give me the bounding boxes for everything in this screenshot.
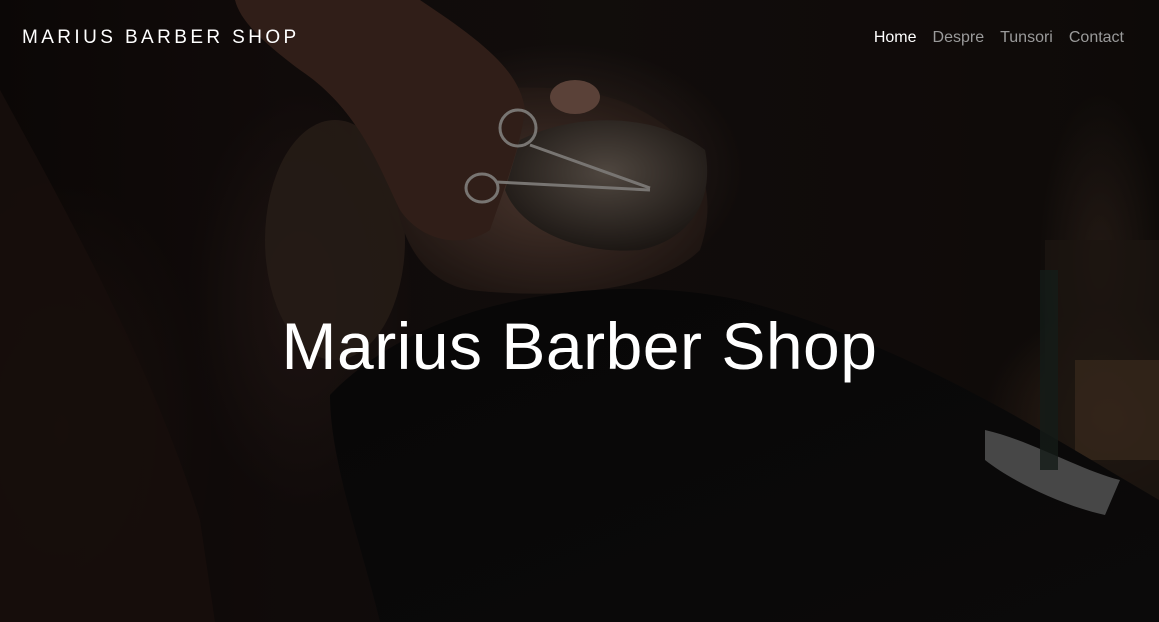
nav-item-despre: Despre xyxy=(933,29,985,47)
nav-item-home: Home xyxy=(874,29,917,47)
hero-title: Marius Barber Shop xyxy=(281,309,878,383)
hero-section: MARIUS BARBER SHOP Home Despre Tunsori C… xyxy=(0,0,1159,622)
nav-menu: Home Despre Tunsori Contact xyxy=(874,29,1124,47)
top-navbar: MARIUS BARBER SHOP Home Despre Tunsori C… xyxy=(0,0,1159,76)
nav-link-despre[interactable]: Despre xyxy=(933,29,985,46)
nav-item-tunsori: Tunsori xyxy=(1000,29,1053,47)
nav-link-tunsori[interactable]: Tunsori xyxy=(1000,29,1053,46)
nav-link-contact[interactable]: Contact xyxy=(1069,29,1124,46)
nav-item-contact: Contact xyxy=(1069,29,1124,47)
nav-link-home[interactable]: Home xyxy=(874,29,917,46)
brand-logo[interactable]: MARIUS BARBER SHOP xyxy=(22,27,300,49)
